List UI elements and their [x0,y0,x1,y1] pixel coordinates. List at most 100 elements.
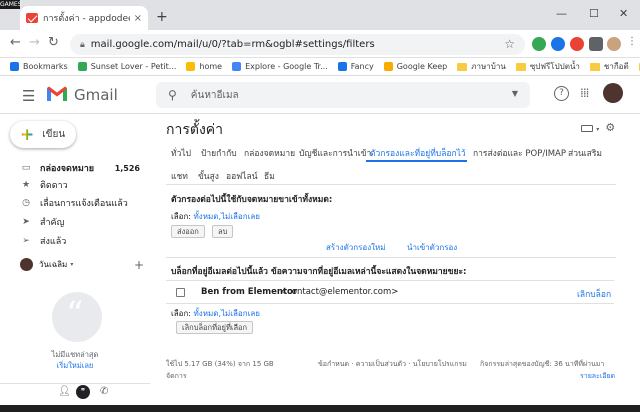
unblock-selected-button[interactable]: เลิกบล็อกที่อยู่ที่เลือก [176,321,254,334]
sidebar-item[interactable]: ★ ติดดาว [0,175,150,195]
tab-close-icon[interactable]: × [134,13,142,24]
bookmark-item[interactable]: Fancy [337,62,374,71]
hangouts-icon[interactable]: ❞ [76,385,90,399]
chat-bubble-icon [52,292,102,342]
extension-green-icon[interactable] [532,37,546,51]
create-filter-link[interactable]: สร้างตัวกรองใหม่ [326,241,386,254]
unblock-link[interactable]: เลิกบล็อก [577,287,611,301]
keyboard-icon[interactable] [581,124,593,132]
back-arrow-icon[interactable]: ← [10,35,21,50]
bookmark-item[interactable]: home [186,62,222,71]
doc-icon [337,62,347,71]
bookmark-item[interactable]: ซุปฟรีโปปตน้ำ [515,60,580,73]
export-filters-button[interactable]: ส่งออก [171,225,205,238]
maximize-button[interactable]: ☐ [589,7,599,20]
help-icon[interactable]: ? [554,86,569,101]
bookmark-item[interactable]: Explore - Google Tr... [232,62,328,71]
settings-tab[interactable]: กล่องจดหมาย [244,146,295,160]
google-apps-icon[interactable]: ⁞⁞⁞ [580,86,590,100]
phone-icon[interactable]: ✆ [100,386,108,397]
select-all-blocked-link[interactable]: ทั้งหมด, [194,309,221,318]
close-window-button[interactable]: ✕ [619,7,628,20]
settings-tab[interactable]: ทั่วไป [171,146,191,160]
start-new-chat-link[interactable]: เริ่มใหม่เลย [0,360,150,372]
send-icon: ➢ [22,236,30,246]
extension-opera-icon[interactable] [570,37,584,51]
settings-tab[interactable]: ธีม [264,169,275,183]
sidebar-item[interactable]: ➢ ส่งแล้ว [0,231,150,251]
footer-links[interactable]: ข้อกำหนด · ความเป็นส่วนตัว · นโยบายโปรแก… [318,359,467,370]
bookmark-label: Google Keep [396,62,448,71]
bookmark-label: ภาษาบ้าน [471,62,506,71]
settings-tab[interactable]: ออฟไลน์ [226,169,258,183]
tabs-divider [166,184,616,185]
bookmark-label: Explore - Google Tr... [245,62,328,71]
mail-search-input[interactable]: ⚲ ค้นหาอีเมล ▼ [156,82,530,108]
extension-puzzle-icon[interactable] [589,37,603,51]
activity-details-link[interactable]: รายละเอียด [580,371,615,382]
folder-icon [589,62,600,71]
corner-tag: GAMES [0,0,22,9]
settings-tab[interactable]: ตัวกรองและที่อยู่ที่บล็อกไว้ [370,146,466,160]
bookmark-item[interactable]: ชากือตี [589,60,629,73]
select-none-filters-link[interactable]: ไม่เลือกเลย [221,212,260,221]
compose-button[interactable]: + เขียน [10,121,76,148]
settings-toolbar: ▾ ⚙ [581,121,615,134]
settings-tab[interactable]: บัญชีและการนำเข้า [299,146,371,160]
settings-tab[interactable]: ส่วนเสริม [568,146,602,160]
delete-filters-button[interactable]: ลบ [212,225,234,238]
blocked-row-checkbox[interactable] [176,288,185,297]
settings-gear-icon[interactable]: ⚙ [605,121,615,134]
menu-kebab-icon[interactable]: ⋮ [627,36,637,47]
minimize-button[interactable]: — [556,7,567,20]
filters-select-row: เลือก: ทั้งหมด,ไม่เลือกเลย [171,210,260,223]
keyboard-caret-icon[interactable]: ▾ [596,126,599,133]
sidebar-item[interactable]: ➤ สำคัญ [0,212,150,232]
search-options-caret-icon[interactable]: ▼ [512,89,518,98]
gmail-logo-icon[interactable] [46,85,68,102]
select-label: เลือก: [171,309,191,318]
person-icon[interactable]: 👤︎ [58,386,71,397]
hangouts-user-caret-icon[interactable]: ▾ [70,261,73,268]
settings-tab[interactable]: ขั้นสูง [198,169,219,183]
blocked-top-divider [166,280,614,281]
address-bar[interactable]: 🔒︎ mail.google.com/mail/u/0/?tab=rm&ogbl… [70,34,525,55]
reload-icon[interactable]: ↻ [48,35,59,50]
bookmark-item[interactable]: ภาษาบ้าน [457,60,506,73]
bookmark-item[interactable]: Google Keep [383,62,448,71]
bookmarks-bar: Bookmarks Sunset Lover - Petit... home Expl… [0,58,640,76]
gmail-logo-text[interactable]: Gmail [74,86,118,104]
settings-tab[interactable]: การส่งต่อและ POP/IMAP [473,146,566,160]
bookmark-star-icon[interactable]: ☆ [504,37,515,51]
hangouts-user-name: วันเฉลิม [39,260,68,269]
profile-avatar-icon[interactable] [607,37,621,51]
bookmark-item[interactable]: Sunset Lover - Petit... [77,62,176,71]
last-activity-text: กิจกรรมล่าสุดของบัญชี: 36 นาทีที่ผ่านมา [480,360,605,368]
hangouts-user[interactable]: วันเฉลิม ▾ [20,258,73,271]
sidebar-item-label: ติดดาว [40,181,68,191]
settings-tab[interactable]: ป้ายกำกับ [201,146,237,160]
import-filters-link[interactable]: นำเข้าตัวกรอง [407,241,457,254]
account-avatar[interactable] [603,83,623,103]
lock-icon: 🔒︎ [80,39,85,50]
select-none-blocked-link[interactable]: ไม่เลือกเลย [221,309,260,318]
main-menu-icon[interactable]: ☰ [22,87,35,105]
forward-arrow-icon[interactable]: → [29,35,40,50]
new-tab-button[interactable]: + [156,9,168,25]
sidebar-bottom-bar [0,383,150,405]
sidebar-item[interactable]: ◷ เลื่อนการแจ้งเตือนแล้ว [0,193,150,213]
select-all-filters-link[interactable]: ทั้งหมด, [194,212,221,221]
browser-tab[interactable]: การตั้งค่า - appdodee@gmail.com × [20,6,148,30]
search-icon[interactable]: ⚲ [168,88,177,102]
settings-tab[interactable]: แชท [171,169,188,183]
tab-title: การตั้งค่า - appdodee@gmail.com [43,14,130,24]
os-taskbar [0,405,640,412]
star-icon [10,62,19,71]
extension-blue-icon[interactable] [551,37,565,51]
manage-storage-link[interactable]: จัดการ [166,371,187,382]
bookmark-item[interactable]: Bookmarks [10,62,68,71]
blocked-bottom-divider [166,303,614,304]
star-icon: ★ [21,180,31,190]
blocked-section-title: บล็อกที่อยู่อีเมลต่อไปนี้แล้ว ข้อความจาก… [171,267,467,277]
new-chat-add-icon[interactable]: + [134,258,144,272]
